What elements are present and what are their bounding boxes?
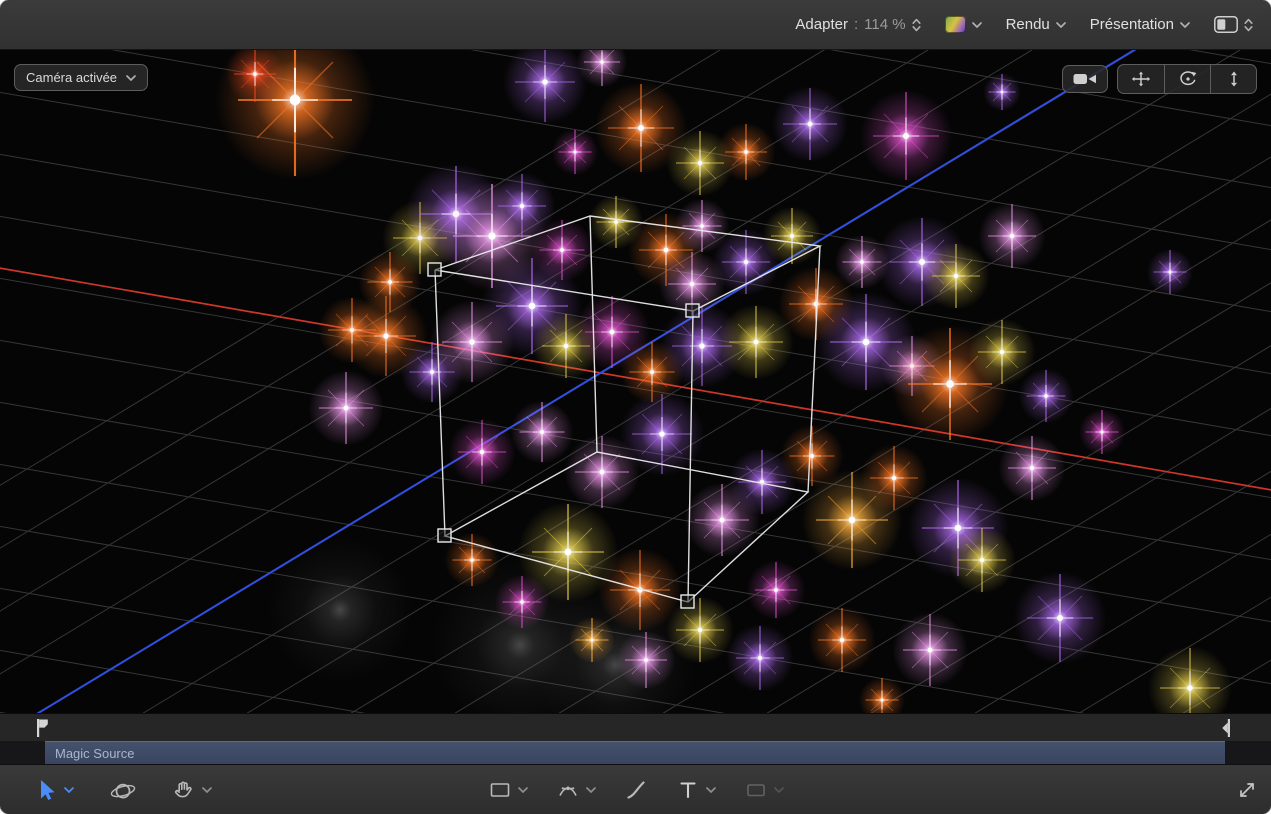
pan-camera-button[interactable] xyxy=(1118,65,1164,93)
camera-move-group xyxy=(1117,64,1257,94)
app-window: Adapter : 114 % Rendu Présentation xyxy=(0,0,1271,814)
timebar-magic-source[interactable]: Magic Source xyxy=(45,741,1225,764)
view-dropdown[interactable]: Présentation xyxy=(1090,16,1190,33)
toolbar-resize-button[interactable] xyxy=(1235,778,1259,807)
zoom-label: Adapter xyxy=(795,16,848,33)
camera-tool-buttons xyxy=(1062,64,1257,94)
chevron-down-icon xyxy=(972,22,982,28)
image-tool[interactable] xyxy=(744,778,784,802)
orbit-icon xyxy=(1179,71,1197,87)
canvas-viewport[interactable]: Caméra activée xyxy=(0,50,1271,713)
center-tool-group xyxy=(488,765,784,814)
layout-control[interactable] xyxy=(1214,16,1253,33)
dolly-icon xyxy=(1228,71,1240,87)
layout-icon xyxy=(1214,16,1238,33)
paintstroke-tool-icon xyxy=(624,778,648,802)
chevron-down-icon[interactable] xyxy=(518,787,528,793)
chevron-down-icon xyxy=(126,75,136,81)
text-tool[interactable] xyxy=(676,778,716,802)
camera-menu-button[interactable]: Caméra activée xyxy=(14,64,148,91)
bezier-tool[interactable] xyxy=(556,778,596,802)
select-arrow-icon xyxy=(34,778,58,802)
color-swatch-dropdown[interactable] xyxy=(945,16,982,33)
chevron-down-icon[interactable] xyxy=(706,787,716,793)
timebar-label: Magic Source xyxy=(55,746,134,761)
pan-view-tool[interactable] xyxy=(172,778,212,802)
timeline-track: Magic Source xyxy=(0,741,1271,764)
chevron-down-icon[interactable] xyxy=(64,787,74,793)
tools-toolbar xyxy=(0,764,1271,814)
view-label: Présentation xyxy=(1090,16,1174,33)
render-label: Rendu xyxy=(1006,16,1050,33)
bezier-tool-icon xyxy=(556,778,580,802)
camera-menu-label: Caméra activée xyxy=(26,70,117,85)
camera-view-button[interactable] xyxy=(1062,65,1108,93)
timeline-ruler[interactable] xyxy=(0,713,1271,741)
range-out-marker-icon[interactable] xyxy=(1221,718,1231,738)
particle-emitter xyxy=(215,50,1232,713)
text-tool-icon xyxy=(676,778,700,802)
zoom-value: 114 % xyxy=(864,16,905,33)
select-tool[interactable] xyxy=(34,778,74,802)
chevron-down-icon[interactable] xyxy=(202,787,212,793)
stepper-icon xyxy=(912,17,921,33)
zoom-dropdown[interactable]: Adapter : 114 % xyxy=(795,16,920,33)
chevron-down-icon xyxy=(774,787,784,793)
transform-3d-tool[interactable] xyxy=(110,777,136,803)
camcorder-icon xyxy=(1073,71,1097,87)
rectangle-tool[interactable] xyxy=(488,778,528,802)
stepper-icon xyxy=(1244,17,1253,33)
zoom-separator: : xyxy=(854,16,858,33)
paintstroke-tool[interactable] xyxy=(624,778,648,802)
pan-icon xyxy=(1131,71,1151,87)
resize-icon xyxy=(1235,778,1259,802)
range-in-marker-icon[interactable] xyxy=(36,718,50,738)
render-dropdown[interactable]: Rendu xyxy=(1006,16,1066,33)
gradient-swatch-icon xyxy=(945,16,966,33)
rectangle-tool-icon xyxy=(488,778,512,802)
hand-icon xyxy=(172,778,196,802)
image-tool-icon xyxy=(744,778,768,802)
dolly-camera-button[interactable] xyxy=(1210,65,1256,93)
chevron-down-icon[interactable] xyxy=(586,787,596,793)
transform-3d-icon xyxy=(110,777,136,803)
chevron-down-icon xyxy=(1056,22,1066,28)
left-tool-group xyxy=(34,765,212,814)
orbit-camera-button[interactable] xyxy=(1164,65,1210,93)
canvas-toolbar: Adapter : 114 % Rendu Présentation xyxy=(0,0,1271,50)
chevron-down-icon xyxy=(1180,22,1190,28)
3d-scene[interactable] xyxy=(0,50,1271,713)
